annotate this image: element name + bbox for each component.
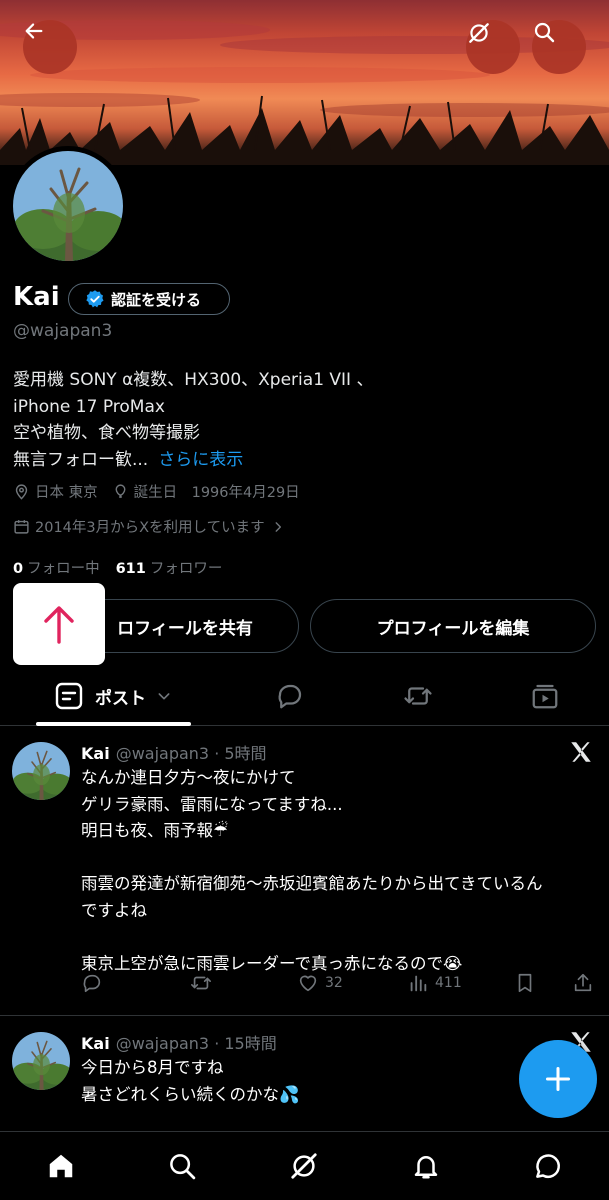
posts-icon [55,682,83,710]
profile-name: Kai [13,282,60,312]
verified-badge-icon [86,290,104,308]
repost-button[interactable] [189,972,213,994]
sunset-banner-image [0,20,609,165]
tab-active-indicator [36,722,191,726]
view-count: 411 [435,975,462,991]
bio-line: iPhone 17 ProMax [13,396,165,417]
share-button[interactable] [572,972,594,994]
grok-icon [291,1153,317,1179]
chevron-right-icon [275,521,281,532]
calendar-icon [14,520,29,534]
location-icon [15,484,28,500]
tree-avatar-image [12,1032,70,1090]
repost-icon [191,976,211,990]
heart-icon [299,975,317,992]
reply-icon [83,974,101,993]
tab-posts[interactable]: ポスト [36,668,191,724]
post-avatar[interactable] [12,1032,70,1090]
search-button[interactable] [532,20,586,74]
bookmark-button[interactable] [514,972,536,994]
show-more-link[interactable]: さらに表示 [158,450,243,470]
post-time: · 5時間 [214,744,267,763]
location-text: 日本 東京 [35,485,98,501]
post-author-name[interactable]: Kai [81,1034,110,1053]
bio-line: 無言フォロー歓... [13,449,149,470]
nav-search[interactable] [165,1149,199,1183]
analytics-icon [410,975,427,992]
bio-line: 空や植物、食べ物等撮影 [13,423,200,443]
get-verified-label: 認証を受ける [111,290,202,309]
following-stat[interactable]: 0 フォロー中 [13,557,100,578]
bio-line: 愛用機 SONY α複数、HX300、Xperia1 VII 、 [13,370,374,390]
scroll-to-top-button[interactable] [13,583,105,665]
reply-icon [278,684,302,709]
views-button[interactable]: 411 [407,972,462,994]
search-icon [534,22,555,43]
share-icon [574,973,592,992]
followers-stat[interactable]: 611 フォロワー [116,557,223,578]
profile-bio: 愛用機 SONY α複数、HX300、Xperia1 VII 、 iPhone … [13,367,593,473]
joined-text: 2014年3月からXを利用しています [35,520,265,536]
post-author-name[interactable]: Kai [81,744,110,763]
profile-handle: @wajapan3 [13,321,113,341]
reply-button[interactable] [81,972,103,994]
post-time: · 15時間 [214,1034,277,1053]
repost-icon [404,687,432,705]
post-author-handle[interactable]: @wajapan3 [116,1034,209,1053]
tree-avatar-image [12,742,70,800]
get-verified-button[interactable]: 認証を受ける [68,283,230,315]
share-profile-label: ロフィールを共有 [117,618,253,639]
tree-avatar-image [13,151,123,261]
post-header: Kai @wajapan3 · 5時間 [81,740,267,764]
arrow-up-icon [44,606,74,644]
profile-banner[interactable] [0,0,609,165]
profile-meta: 日本 東京 誕生日 1996年4月29日 [13,481,314,502]
bookmark-icon [518,973,532,993]
post-item[interactable]: Kai @wajapan3 · 5時間 なんか連日夕方〜夜にかけて ゲリラ豪雨、雷… [0,727,609,1016]
post-item[interactable]: Kai @wajapan3 · 15時間 今日から8月ですね 暑さどれくらい続くの… [0,1017,609,1132]
home-icon [49,1154,73,1178]
tab-media[interactable] [515,668,575,724]
edit-profile-button[interactable]: プロフィールを編集 [310,599,596,653]
post-actions: 32 411 [81,972,597,996]
nav-messages[interactable] [531,1149,565,1183]
grok-button[interactable] [466,20,520,74]
post-text: なんか連日夕方〜夜にかけて ゲリラ豪雨、雷雨になってますね... 明日も夜、雨予… [81,768,543,973]
birthday-text: 誕生日 1996年4月29日 [133,485,300,501]
joined-info[interactable]: 2014年3月からXを利用しています [13,516,304,537]
tab-replies[interactable] [260,668,320,724]
balloon-icon [115,484,126,498]
media-icon [532,684,558,709]
plus-icon [545,1066,571,1092]
grok-icon [469,23,489,43]
bell-icon [414,1156,438,1179]
search-icon [170,1154,196,1180]
follow-stats: 0 フォロー中 611 フォロワー [13,557,238,578]
nav-home[interactable] [44,1149,78,1183]
back-button[interactable] [23,20,77,74]
post-header: Kai @wajapan3 · 15時間 [81,1030,277,1054]
profile-avatar[interactable] [8,146,128,266]
chat-icon [536,1154,560,1179]
like-button[interactable]: 32 [297,972,343,994]
post-avatar[interactable] [12,742,70,800]
like-count: 32 [325,975,343,991]
profile-tabs: ポスト [0,668,609,726]
post-author-handle[interactable]: @wajapan3 [116,744,209,763]
edit-profile-label: プロフィールを編集 [376,618,530,639]
arrow-left-icon [25,23,43,39]
chevron-down-icon [158,693,170,700]
bottom-nav [0,1131,609,1200]
tab-posts-label: ポスト [95,688,146,709]
tab-reposts[interactable] [388,668,448,724]
compose-button[interactable] [519,1040,597,1118]
nav-notifications[interactable] [409,1149,443,1183]
nav-grok[interactable] [287,1149,321,1183]
